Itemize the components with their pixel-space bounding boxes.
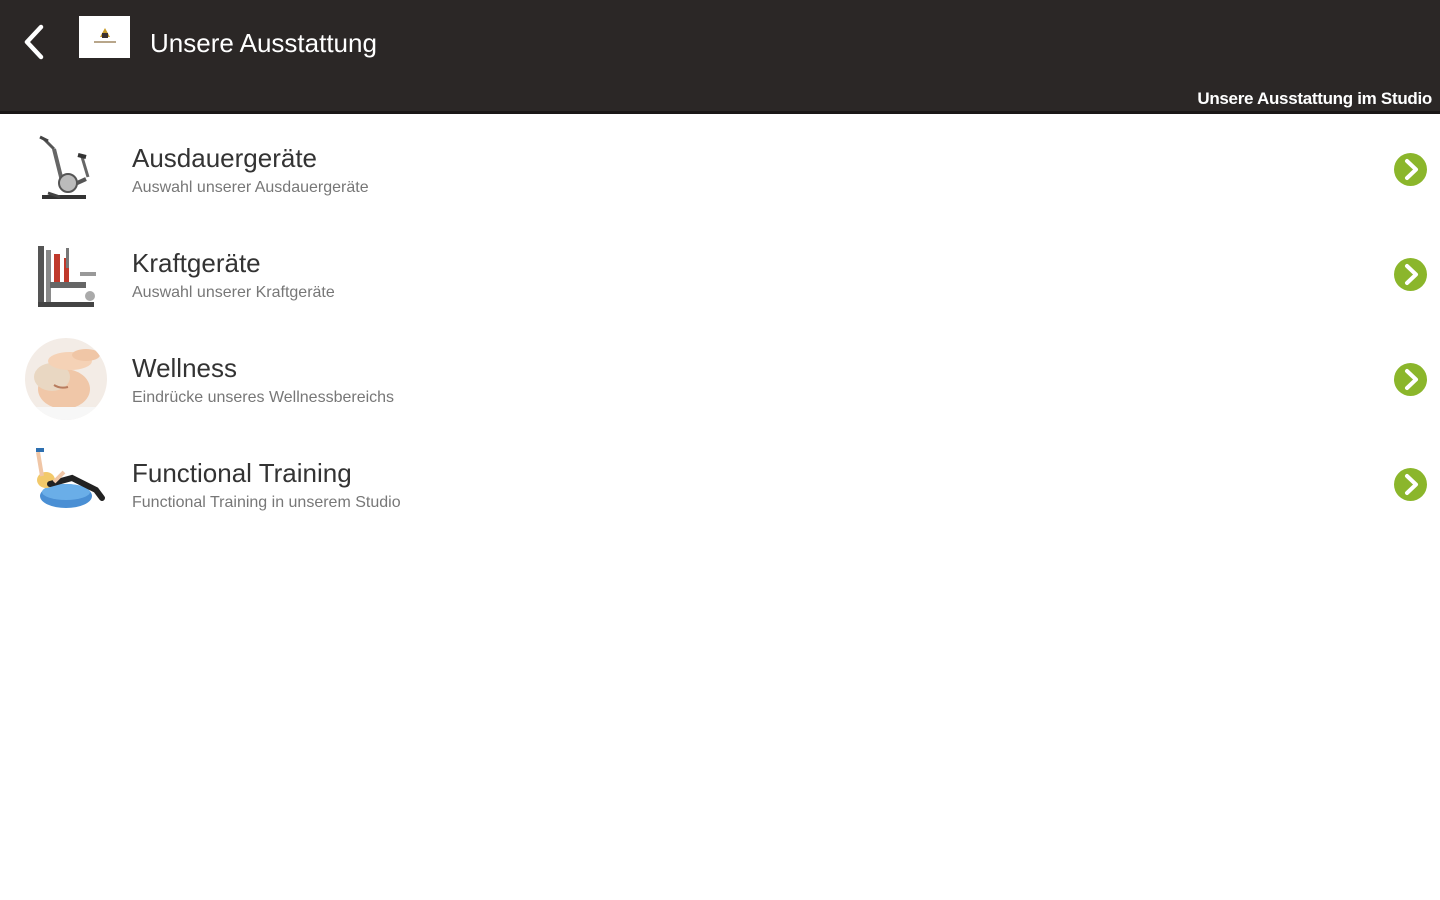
exercise-bike-image [24, 127, 108, 211]
back-button[interactable] [14, 20, 54, 64]
chevron-right-circle-icon[interactable] [1394, 468, 1427, 501]
list-item-kraftgeraete[interactable]: Kraftgeräte Auswahl unserer Kraftgeräte [0, 222, 1440, 327]
list-item-functional-training[interactable]: Functional Training Functional Training … [0, 432, 1440, 537]
list-item-subtitle: Auswahl unserer Ausdauergeräte [132, 179, 369, 196]
list-item-title: Wellness [132, 353, 238, 383]
app-header: Unsere Ausstattung Unsere Ausstattung im… [0, 0, 1440, 114]
app-root: Unsere Ausstattung Unsere Ausstattung im… [0, 0, 1440, 900]
page-subtitle: Unsere Ausstattung im Studio [1197, 89, 1432, 108]
list-item-wellness[interactable]: Wellness Eindrücke unseres Wellnessberei… [0, 327, 1440, 432]
list-item-title: Kraftgeräte [132, 248, 261, 278]
chevron-right-circle-icon[interactable] [1394, 153, 1427, 186]
list-item-title: Ausdauergeräte [132, 143, 318, 173]
list-item-subtitle: Eindrücke unseres Wellnessbereichs [132, 389, 395, 406]
list-item-title: Functional Training [132, 458, 352, 488]
studio-logo [79, 16, 130, 58]
chevron-right-circle-icon[interactable] [1394, 258, 1427, 291]
list-item-ausdauergeraete[interactable]: Ausdauergeräte Auswahl unserer Ausdauerg… [0, 117, 1440, 222]
equipment-list: Ausdauergeräte Auswahl unserer Ausdauerg… [0, 117, 1440, 537]
balance-ball-workout-image [24, 442, 108, 526]
chevron-left-icon [24, 24, 44, 60]
massage-image [24, 337, 108, 421]
list-item-subtitle: Functional Training in unserem Studio [132, 494, 401, 511]
list-item-subtitle: Auswahl unserer Kraftgeräte [132, 284, 335, 301]
page-title: Unsere Ausstattung [150, 28, 377, 58]
chevron-right-circle-icon[interactable] [1394, 363, 1427, 396]
strength-machine-image [24, 232, 108, 316]
